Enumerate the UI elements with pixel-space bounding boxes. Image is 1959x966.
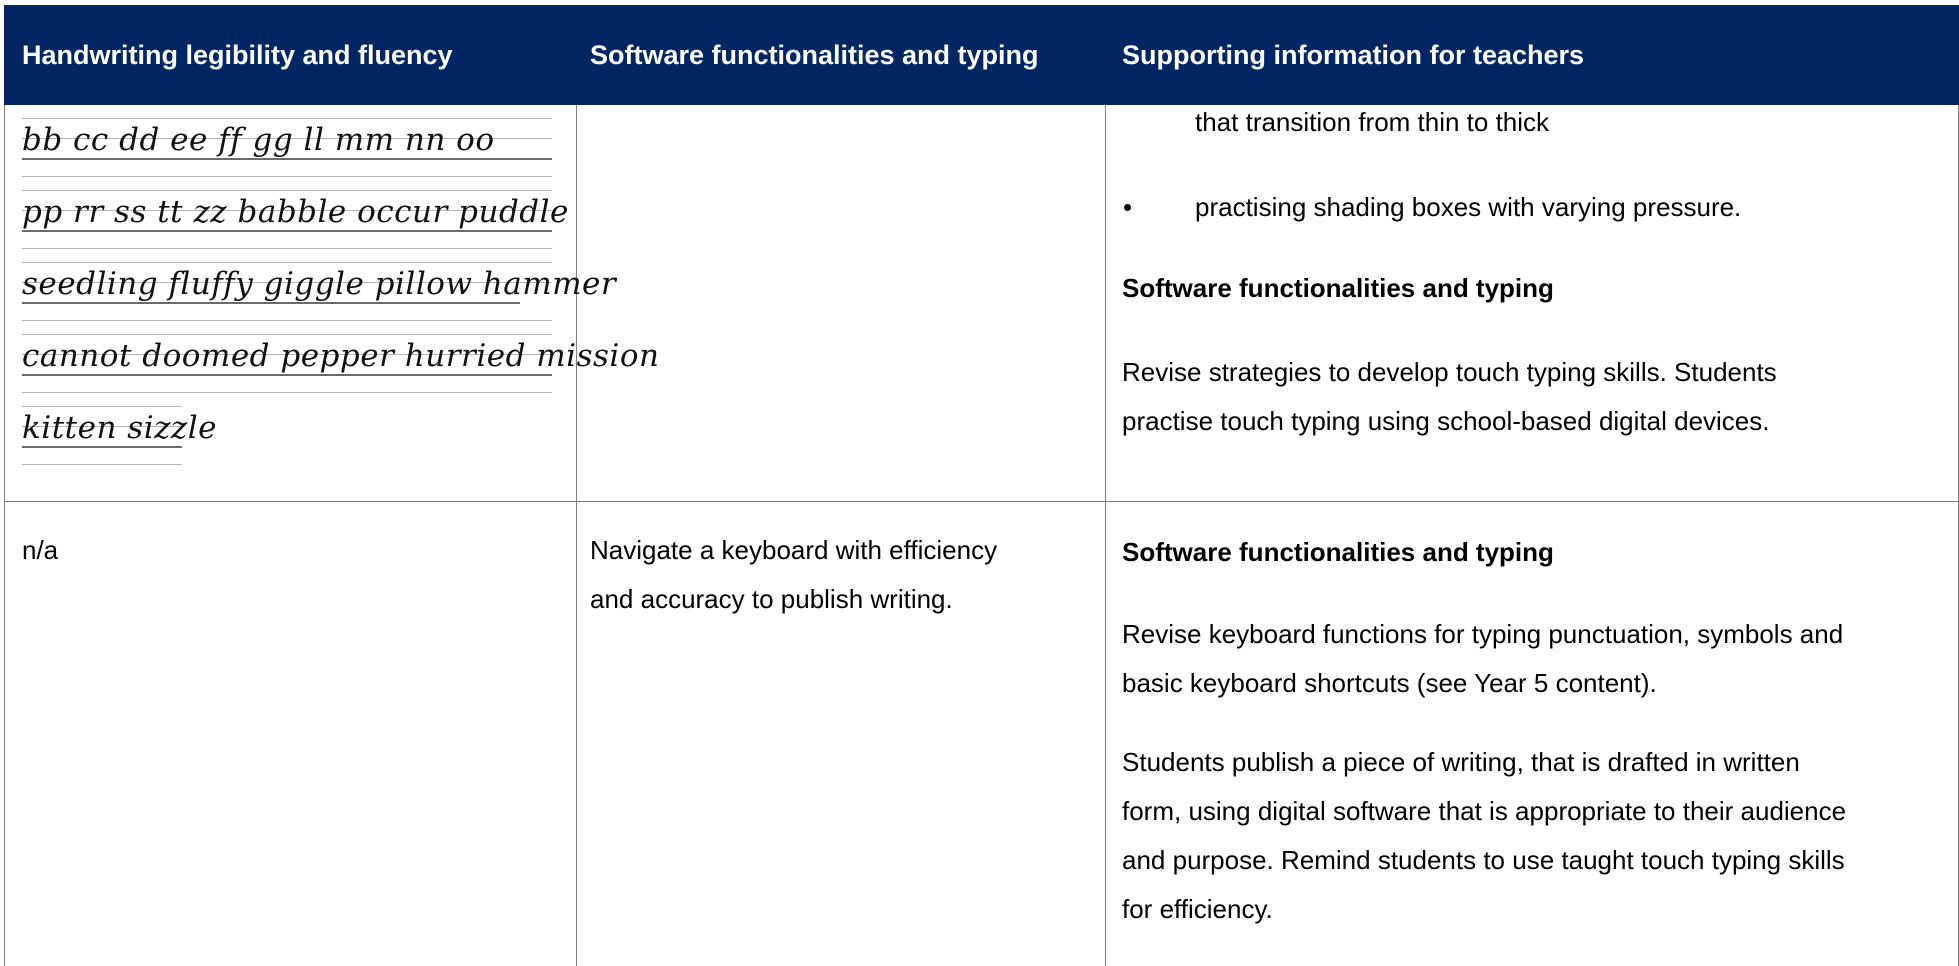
handwriting-line: cannot doomed pepper hurried mission <box>22 338 660 374</box>
guide-line <box>22 320 552 321</box>
guide-line <box>22 118 552 119</box>
handwriting-line: bb cc dd ee ff gg ll mm nn oo <box>22 122 495 158</box>
baseline <box>22 446 182 448</box>
paragraph-line: form, using digital software that is app… <box>1122 796 1847 826</box>
guide-line <box>22 190 552 191</box>
handwriting-line: kitten sizzle <box>22 410 218 446</box>
support-paragraph: Revise strategies to develop touch typin… <box>1122 348 1942 446</box>
baseline <box>22 230 552 232</box>
column-divider-2 <box>1105 105 1106 966</box>
paragraph-line: basic keyboard shortcuts (see Year 5 con… <box>1122 668 1657 698</box>
baseline <box>22 158 552 160</box>
support-continued-text: that transition from thin to thick <box>1195 107 1550 137</box>
paragraph-line: Students publish a piece of writing, tha… <box>1122 747 1800 777</box>
baseline <box>22 374 552 376</box>
guide-line <box>22 334 552 335</box>
header-handwriting: Handwriting legibility and fluency <box>22 40 453 70</box>
bullet-marker: • <box>1123 192 1133 222</box>
document-page: Handwriting legibility and fluency Softw… <box>4 0 1959 966</box>
guide-line <box>22 406 182 407</box>
handwriting-line: seedling fluffy giggle pillow hammer <box>22 266 617 302</box>
row2-support-paragraph-2: Students publish a piece of writing, tha… <box>1122 738 1952 934</box>
guide-line <box>22 392 552 393</box>
paragraph-line: Revise strategies to develop touch typin… <box>1122 357 1777 387</box>
row-divider <box>4 501 1959 502</box>
guide-line <box>22 176 552 177</box>
software-line: Navigate a keyboard with efficiency <box>590 535 998 565</box>
support-heading: Software functionalities and typing <box>1122 273 1554 303</box>
row2-support-paragraph-1: Revise keyboard functions for typing pun… <box>1122 610 1952 708</box>
row2-handwriting-cell: n/a <box>22 535 59 565</box>
curriculum-table: Handwriting legibility and fluency Softw… <box>4 0 1959 966</box>
handwriting-line: pp rr ss tt zz babble occur puddle <box>22 194 569 230</box>
row2-support-heading: Software functionalities and typing <box>1122 537 1554 567</box>
border-left <box>4 105 5 966</box>
handwriting-practice-sheet: bb cc dd ee ff gg ll mm nn oo pp rr ss t… <box>22 118 659 468</box>
paragraph-line: practise touch typing using school-based… <box>1122 406 1770 436</box>
paragraph-line: and purpose. Remind students to use taug… <box>1122 845 1845 875</box>
header-support: Supporting information for teachers <box>1122 40 1585 70</box>
baseline <box>22 302 520 304</box>
paragraph-line: for efficiency. <box>1122 894 1273 924</box>
row2-software-cell: Navigate a keyboard with efficiency and … <box>590 526 1090 624</box>
header-software: Software functionalities and typing <box>590 40 1039 70</box>
support-bullet-text: practising shading boxes with varying pr… <box>1195 192 1742 222</box>
software-line: and accuracy to publish writing. <box>590 584 953 614</box>
guide-line <box>22 248 552 249</box>
guide-line <box>22 262 552 263</box>
paragraph-line: Revise keyboard functions for typing pun… <box>1122 619 1844 649</box>
table-header: Handwriting legibility and fluency Softw… <box>4 5 1959 105</box>
guide-line <box>22 464 182 465</box>
column-divider-1 <box>576 105 577 966</box>
